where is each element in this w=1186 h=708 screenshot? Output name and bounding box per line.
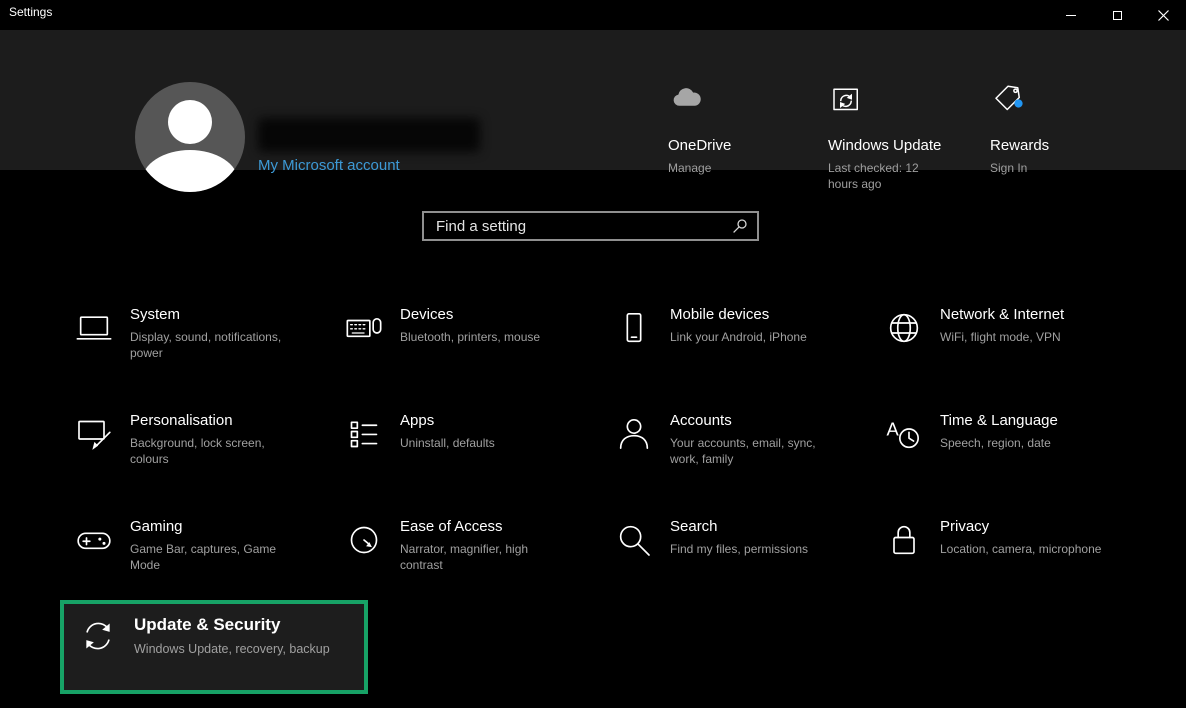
category-title: Privacy (940, 518, 1101, 536)
quick-link-subtitle: Manage (668, 160, 788, 176)
update-security-icon (78, 616, 118, 656)
category-subtitle: Windows Update, recovery, backup (134, 640, 330, 658)
settings-category-update-security[interactable]: Update & Security Windows Update, recove… (60, 600, 368, 694)
settings-category-personalisation[interactable]: Personalisation Background, lock screen,… (60, 402, 330, 508)
category-subtitle: Uninstall, defaults (400, 435, 495, 451)
close-button[interactable] (1140, 0, 1186, 30)
category-title: Devices (400, 306, 540, 324)
maximize-icon (1113, 11, 1122, 20)
account-header: My Microsoft account OneDrive Manage Win… (0, 30, 1186, 170)
category-title: Update & Security (134, 614, 330, 636)
category-title: Time & Language (940, 412, 1058, 430)
accounts-icon (614, 414, 654, 454)
settings-category-mobile-devices[interactable]: Mobile devices Link your Android, iPhone (600, 296, 870, 402)
gaming-icon (74, 520, 114, 560)
avatar-torso-shape (142, 150, 238, 192)
category-title: Search (670, 518, 808, 536)
category-title: Network & Internet (940, 306, 1064, 324)
category-subtitle: Link your Android, iPhone (670, 329, 807, 345)
onedrive-cloud-icon (668, 81, 704, 117)
svg-text:A: A (887, 419, 900, 440)
my-microsoft-account-link[interactable]: My Microsoft account (258, 157, 400, 174)
minimize-button[interactable] (1048, 0, 1094, 30)
search-icon (614, 520, 654, 560)
close-icon (1158, 10, 1169, 21)
maximize-button[interactable] (1094, 0, 1140, 30)
category-subtitle: Your accounts, email, sync, work, family (670, 435, 842, 467)
category-subtitle: Find my files, permissions (670, 541, 808, 557)
settings-category-accounts[interactable]: Accounts Your accounts, email, sync, wor… (600, 402, 870, 508)
quick-link-title: OneDrive (668, 137, 788, 154)
category-title: Ease of Access (400, 518, 572, 536)
quick-link-onedrive[interactable]: OneDrive Manage (668, 81, 788, 176)
settings-window: Settings My Microsoft account OneDrive M… (0, 0, 1186, 708)
settings-category-search[interactable]: Search Find my files, permissions (600, 508, 870, 614)
category-subtitle: Background, lock screen, colours (130, 435, 302, 467)
category-title: System (130, 306, 302, 324)
settings-category-grid: System Display, sound, notifications, po… (60, 296, 1140, 708)
quick-link-windows-update[interactable]: Windows Update Last checked: 12 hours ag… (828, 81, 928, 192)
settings-category-ease-of-access[interactable]: Ease of Access Narrator, magnifier, high… (330, 508, 600, 614)
search-input[interactable] (424, 213, 732, 239)
quick-link-title: Windows Update (828, 137, 928, 154)
quick-link-title: Rewards (990, 137, 1110, 154)
user-avatar[interactable] (135, 82, 245, 192)
category-subtitle: Bluetooth, printers, mouse (400, 329, 540, 345)
minimize-icon (1066, 15, 1076, 16)
personalisation-icon (74, 414, 114, 454)
rewards-icon (990, 81, 1026, 117)
quick-link-subtitle: Last checked: 12 hours ago (828, 160, 920, 192)
privacy-icon (884, 520, 924, 560)
windows-update-icon (828, 81, 864, 117)
category-subtitle: Narrator, magnifier, high contrast (400, 541, 572, 573)
settings-category-apps[interactable]: Apps Uninstall, defaults (330, 402, 600, 508)
settings-category-privacy[interactable]: Privacy Location, camera, microphone (870, 508, 1140, 614)
magnifier-icon[interactable] (732, 218, 748, 234)
category-subtitle: WiFi, flight mode, VPN (940, 329, 1064, 345)
system-icon (74, 308, 114, 348)
settings-category-system[interactable]: System Display, sound, notifications, po… (60, 296, 330, 402)
devices-icon (344, 308, 384, 348)
category-subtitle: Speech, region, date (940, 435, 1058, 451)
category-title: Accounts (670, 412, 842, 430)
quick-link-rewards[interactable]: Rewards Sign In (990, 81, 1110, 176)
settings-category-devices[interactable]: Devices Bluetooth, printers, mouse (330, 296, 600, 402)
category-subtitle: Location, camera, microphone (940, 541, 1101, 557)
window-controls (1048, 0, 1186, 30)
category-title: Mobile devices (670, 306, 807, 324)
category-title: Apps (400, 412, 495, 430)
category-subtitle: Display, sound, notifications, power (130, 329, 302, 361)
find-a-setting-searchbox[interactable] (422, 211, 759, 241)
settings-category-gaming[interactable]: Gaming Game Bar, captures, Game Mode (60, 508, 330, 614)
mobile-devices-icon (614, 308, 654, 348)
settings-category-network-internet[interactable]: Network & Internet WiFi, flight mode, VP… (870, 296, 1140, 402)
window-title: Settings (9, 5, 52, 19)
avatar-head-shape (168, 100, 212, 144)
apps-icon (344, 414, 384, 454)
redacted-username (258, 118, 480, 152)
network-icon (884, 308, 924, 348)
category-subtitle: Game Bar, captures, Game Mode (130, 541, 302, 573)
category-title: Gaming (130, 518, 302, 536)
category-title: Personalisation (130, 412, 302, 430)
quick-link-subtitle: Sign In (990, 160, 1110, 176)
time-language-icon: A (884, 414, 924, 454)
ease-of-access-icon (344, 520, 384, 560)
titlebar: Settings (0, 0, 1186, 30)
settings-category-time-language[interactable]: A Time & Language Speech, region, date (870, 402, 1140, 508)
